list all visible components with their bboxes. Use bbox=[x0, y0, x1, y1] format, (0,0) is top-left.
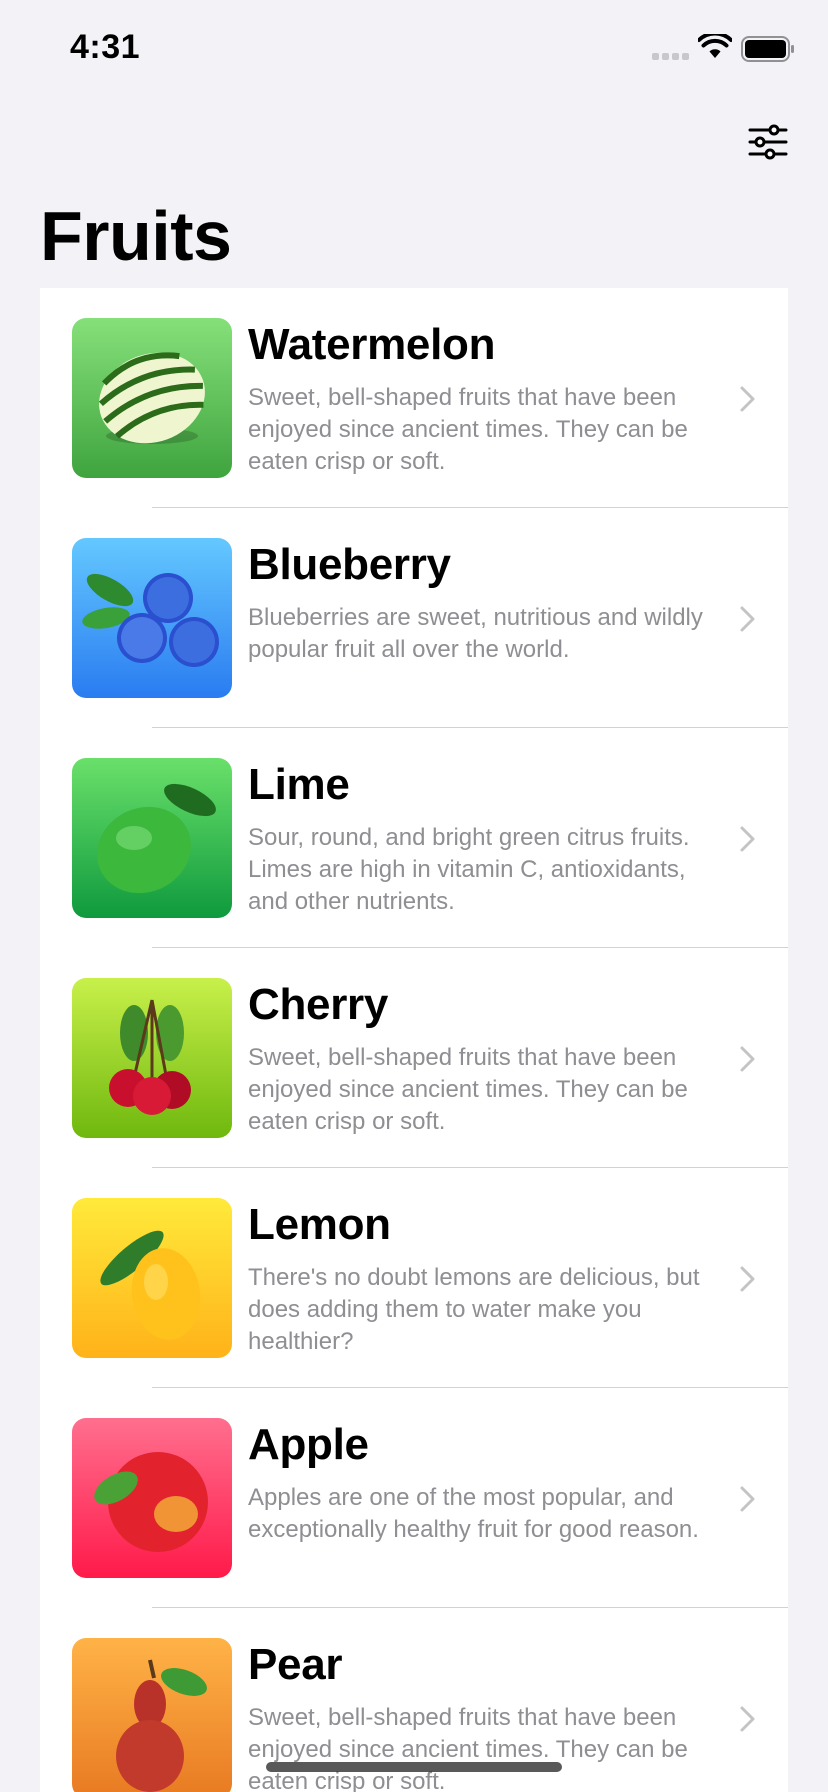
filter-button[interactable] bbox=[744, 122, 792, 162]
fruit-description: Blueberries are sweet, nutritious and wi… bbox=[248, 604, 703, 663]
battery-icon bbox=[741, 36, 794, 62]
watermelon-thumbnail bbox=[72, 318, 232, 478]
fruit-description: Sweet, bell-shaped fruits that have been… bbox=[248, 384, 688, 475]
chevron-right-icon bbox=[740, 826, 755, 852]
fruit-row-cherry[interactable]: Cherry Sweet, bell-shaped fruits that ha… bbox=[40, 948, 788, 1168]
fruit-row-blueberry[interactable]: Blueberry Blueberries are sweet, nutriti… bbox=[40, 508, 788, 728]
fruit-name: Apple bbox=[248, 1420, 369, 1469]
cherry-thumbnail bbox=[72, 978, 232, 1138]
fruit-description: Sweet, bell-shaped fruits that have been… bbox=[248, 1044, 688, 1135]
fruit-name: Lemon bbox=[248, 1200, 391, 1249]
chevron-right-icon bbox=[740, 606, 755, 632]
chevron-right-icon bbox=[740, 386, 755, 412]
fruit-name: Lime bbox=[248, 760, 350, 809]
sliders-icon bbox=[748, 124, 788, 160]
lime-thumbnail bbox=[72, 758, 232, 918]
fruit-list: Watermelon Sweet, bell-shaped fruits tha… bbox=[40, 288, 788, 1792]
fruit-row-lime[interactable]: Lime Sour, round, and bright green citru… bbox=[40, 728, 788, 948]
chevron-right-icon bbox=[740, 1046, 755, 1072]
fruit-name: Watermelon bbox=[248, 320, 496, 369]
cellular-signal-icon bbox=[652, 53, 689, 60]
home-indicator[interactable] bbox=[266, 1762, 562, 1772]
fruit-row-lemon[interactable]: Lemon There's no doubt lemons are delici… bbox=[40, 1168, 788, 1388]
status-time: 4:31 bbox=[70, 28, 141, 66]
apple-thumbnail bbox=[72, 1418, 232, 1578]
blueberry-thumbnail bbox=[72, 538, 232, 698]
lemon-thumbnail bbox=[72, 1198, 232, 1358]
fruit-row-apple[interactable]: Apple Apples are one of the most popular… bbox=[40, 1388, 788, 1608]
fruit-description: There's no doubt lemons are delicious, b… bbox=[248, 1264, 700, 1355]
status-bar: 4:31 bbox=[0, 0, 828, 100]
fruit-description: Sweet, bell-shaped fruits that have been… bbox=[248, 1704, 688, 1792]
fruit-name: Pear bbox=[248, 1640, 343, 1689]
fruit-name: Cherry bbox=[248, 980, 389, 1029]
fruit-row-watermelon[interactable]: Watermelon Sweet, bell-shaped fruits tha… bbox=[40, 288, 788, 508]
pear-thumbnail bbox=[72, 1638, 232, 1792]
fruit-description: Sour, round, and bright green citrus fru… bbox=[248, 824, 690, 915]
wifi-icon bbox=[698, 34, 732, 58]
chevron-right-icon bbox=[740, 1486, 755, 1512]
fruit-description: Apples are one of the most popular, and … bbox=[248, 1484, 699, 1543]
chevron-right-icon bbox=[740, 1266, 755, 1292]
page-title: Fruits bbox=[40, 197, 232, 275]
chevron-right-icon bbox=[740, 1706, 755, 1732]
fruit-name: Blueberry bbox=[248, 540, 451, 589]
